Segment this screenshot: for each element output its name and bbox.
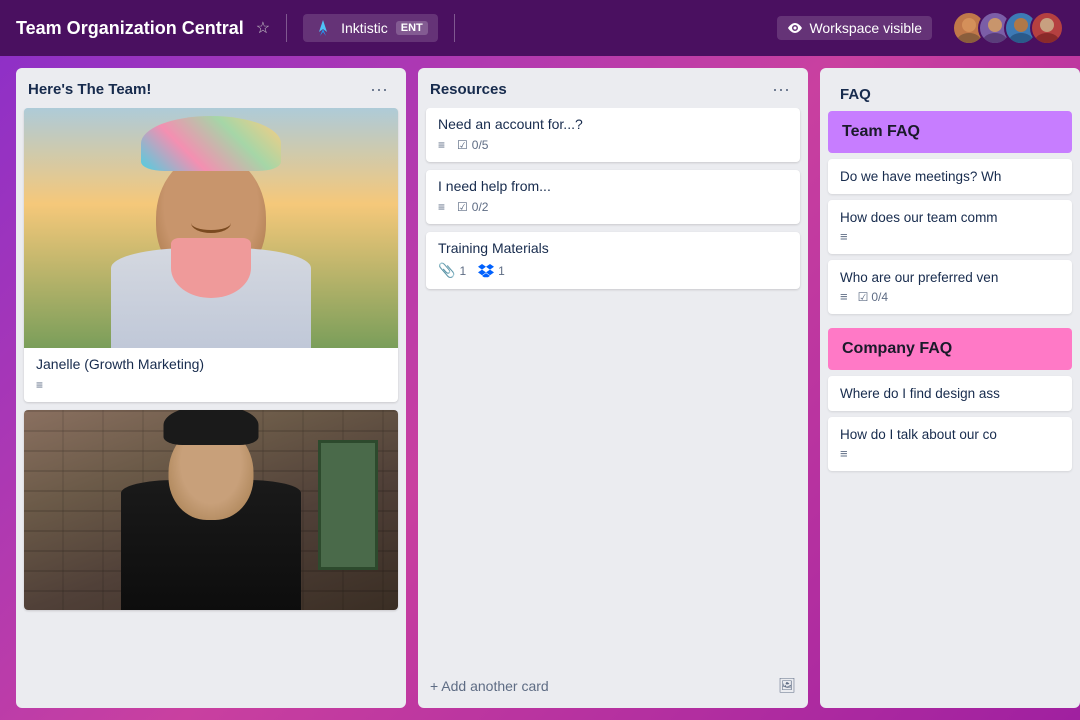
account-card-content: Need an account for...? ≡ ☑ 0/5 <box>426 108 800 162</box>
workspace-name: Inktistic <box>341 20 388 36</box>
company-faq-section-header[interactable]: Company FAQ <box>828 328 1072 370</box>
team-faq-label: Team FAQ <box>842 123 920 140</box>
account-checklist-count: 0/5 <box>472 138 489 152</box>
help-card-meta: ≡ ☑ 0/2 <box>438 200 788 214</box>
company-talk-description-icon: ≡ <box>840 446 848 461</box>
janelle-card-title: Janelle (Growth Marketing) <box>36 356 386 372</box>
comm-description-icon: ≡ <box>840 229 848 244</box>
visibility-button[interactable]: Workspace visible <box>777 16 932 40</box>
company-talk-faq-title: How do I talk about our co <box>840 427 1060 442</box>
person2-card-image <box>24 410 398 610</box>
star-button[interactable]: ☆ <box>256 18 270 38</box>
help-card[interactable]: I need help from... ≡ ☑ 0/2 <box>426 170 800 224</box>
meetings-faq-title: Do we have meetings? Wh <box>840 169 1060 184</box>
team-column-body: Janelle (Growth Marketing) ≡ <box>16 108 406 708</box>
attachment-icon: 📎 <box>438 262 455 279</box>
app-header: Team Organization Central ☆ Inktistic EN… <box>0 0 1080 56</box>
account-card-meta: ≡ ☑ 0/5 <box>438 138 788 152</box>
atlassian-logo-icon <box>313 18 333 38</box>
checklist-icon: ☑ <box>457 138 468 152</box>
training-dropbox-meta: 1 <box>478 264 505 278</box>
avatar[interactable] <box>1030 11 1064 45</box>
janelle-card-image <box>24 108 398 348</box>
faq-column: FAQ Team FAQ Do we have meetings? Wh How… <box>820 68 1080 708</box>
board-title: Team Organization Central <box>16 18 244 39</box>
description-icon: ≡ <box>438 200 445 214</box>
janelle-card[interactable]: Janelle (Growth Marketing) ≡ <box>24 108 398 402</box>
faq-column-title: FAQ <box>840 86 871 103</box>
workspace-tier-badge: ENT <box>396 21 428 35</box>
comm-faq-title: How does our team comm <box>840 210 1060 225</box>
avatars-group <box>952 11 1064 45</box>
add-card-label: + Add another card <box>430 678 549 694</box>
resources-column: Resources ··· Need an account for...? ≡ … <box>418 68 808 708</box>
help-checklist-meta: ☑ 0/2 <box>457 200 488 214</box>
resources-column-body: Need an account for...? ≡ ☑ 0/5 I <box>418 108 808 671</box>
janelle-card-content: Janelle (Growth Marketing) ≡ <box>24 348 398 402</box>
team-column: Here's The Team! ··· <box>16 68 406 708</box>
faq-column-header: FAQ <box>828 76 1072 111</box>
comm-faq-card[interactable]: How does our team comm ≡ <box>828 200 1072 254</box>
vendors-checklist-meta: ☑ 0/4 <box>858 290 888 304</box>
header-divider-2 <box>454 14 455 42</box>
help-card-content: I need help from... ≡ ☑ 0/2 <box>426 170 800 224</box>
add-card-button[interactable]: + Add another card 🖼 <box>422 671 804 700</box>
account-card-title: Need an account for...? <box>438 116 788 132</box>
vendors-description-icon: ≡ <box>840 289 848 304</box>
training-attachment-count: 1 <box>459 264 466 278</box>
resources-column-menu-button[interactable]: ··· <box>766 78 796 100</box>
header-divider <box>286 14 287 42</box>
training-card-title: Training Materials <box>438 240 788 256</box>
visibility-label: Workspace visible <box>809 20 922 36</box>
company-talk-faq-meta: ≡ <box>840 446 1060 461</box>
checklist-icon: ☑ <box>858 290 869 304</box>
janelle-card-meta: ≡ <box>36 378 386 392</box>
account-checklist-meta: ☑ 0/5 <box>457 138 488 152</box>
help-checklist-count: 0/2 <box>472 200 489 214</box>
training-dropbox-count: 1 <box>498 264 505 278</box>
workspace-selector[interactable]: Inktistic ENT <box>303 14 438 42</box>
training-card-content: Training Materials 📎 1 1 <box>426 232 800 289</box>
design-faq-title: Where do I find design ass <box>840 386 1060 401</box>
description-icon: ≡ <box>438 138 445 152</box>
help-description-meta: ≡ <box>438 200 445 214</box>
team-column-title: Here's The Team! <box>28 81 151 98</box>
comm-faq-meta: ≡ <box>840 229 1060 244</box>
account-description-meta: ≡ <box>438 138 445 152</box>
meetings-faq-card[interactable]: Do we have meetings? Wh <box>828 159 1072 194</box>
description-icon: ≡ <box>36 378 43 392</box>
company-faq-label: Company FAQ <box>842 340 952 357</box>
training-card-meta: 📎 1 1 <box>438 262 788 279</box>
training-attachment-meta: 📎 1 <box>438 262 466 279</box>
janelle-description-icon: ≡ <box>36 378 43 392</box>
training-card[interactable]: Training Materials 📎 1 1 <box>426 232 800 289</box>
team-column-menu-button[interactable]: ··· <box>364 78 394 100</box>
resources-column-title: Resources <box>430 81 507 98</box>
design-faq-card[interactable]: Where do I find design ass <box>828 376 1072 411</box>
help-card-title: I need help from... <box>438 178 788 194</box>
company-talk-faq-card[interactable]: How do I talk about our co ≡ <box>828 417 1072 471</box>
vendors-faq-meta: ≡ ☑ 0/4 <box>840 289 1060 304</box>
person2-card[interactable] <box>24 410 398 610</box>
vendors-faq-card[interactable]: Who are our preferred ven ≡ ☑ 0/4 <box>828 260 1072 314</box>
checklist-icon: ☑ <box>457 200 468 214</box>
board: Here's The Team! ··· <box>0 56 1080 720</box>
dropbox-icon <box>478 264 494 278</box>
team-faq-section-header[interactable]: Team FAQ <box>828 111 1072 153</box>
vendors-faq-title: Who are our preferred ven <box>840 270 1060 285</box>
account-card[interactable]: Need an account for...? ≡ ☑ 0/5 <box>426 108 800 162</box>
vendors-checklist-count: 0/4 <box>871 290 888 304</box>
template-icon[interactable]: 🖼 <box>778 677 796 694</box>
resources-column-header: Resources ··· <box>418 68 808 108</box>
visibility-icon <box>787 20 803 36</box>
team-column-header: Here's The Team! ··· <box>16 68 406 108</box>
